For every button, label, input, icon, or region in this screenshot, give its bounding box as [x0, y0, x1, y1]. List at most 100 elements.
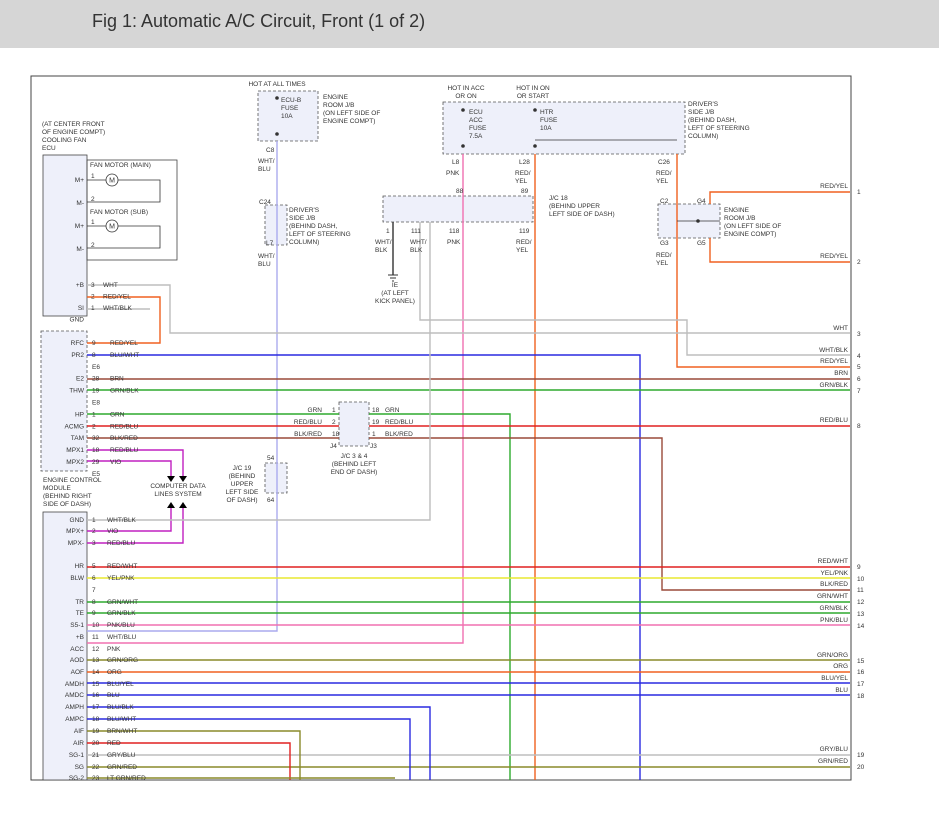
- data-line-arrow-up: [167, 502, 175, 508]
- ecm-pin-number: 28: [92, 376, 100, 383]
- jc18-bottom-pin: 111: [411, 228, 421, 235]
- data-line-arrow-down: [179, 476, 187, 482]
- right-wire-number: 12: [857, 599, 865, 606]
- ecu-acc-fuse-dot: [461, 108, 465, 112]
- ecm-bottom-pin-wire: WHT/BLK: [107, 517, 137, 524]
- ecm-pin-wire: GRN/BLK: [110, 388, 139, 395]
- ecm-pin-name: E2: [76, 376, 84, 383]
- right-wire-number: 6: [857, 376, 861, 383]
- ecm-bottom-pin-wire: BLU/BLK: [107, 704, 134, 711]
- ecm-bottom-pin-wire: ORG: [107, 669, 122, 676]
- ecm-bottom-pin-name: TE: [76, 610, 85, 617]
- ecm-bottom-pin-wire: GRN/ORG: [107, 657, 138, 664]
- ecm-pin-number: 8: [92, 352, 96, 359]
- jc34-label: J/C 3 & 4: [341, 453, 368, 460]
- right-wire-number: 20: [857, 764, 865, 771]
- ecm-pin-number: 32: [92, 435, 100, 442]
- ecm-bottom-pin-number: 14: [92, 669, 100, 676]
- right-wire-label: GRY/BLU: [820, 746, 849, 753]
- ground-ie-label: (AT LEFT: [381, 290, 409, 297]
- fan-pin-number: 2: [91, 242, 95, 249]
- ecm-bottom-pin-wire: VIO: [107, 528, 118, 535]
- jc34-left-wire: RED/BLU: [294, 419, 322, 426]
- ecm-pin-wire: RED/BLU: [110, 447, 138, 454]
- drivers-side-jb-label: (BEHIND DASH,: [688, 117, 737, 124]
- ecm-bottom-pin-name: MPX-: [68, 540, 84, 547]
- jc34-left-wire: GRN: [308, 407, 323, 414]
- jc19-label: LEFT SIDE: [226, 489, 259, 496]
- ecm-pin-number: 18: [92, 447, 100, 454]
- ecm-bottom-pin-number: 13: [92, 657, 100, 664]
- drivers-side-jb-label: LEFT OF STEERING: [688, 125, 750, 132]
- ecm-bottom-pin-number: 22: [92, 764, 100, 771]
- right-wire-number: 5: [857, 364, 861, 371]
- cooling-fan-pin-number: 2: [91, 294, 95, 301]
- ecm-bottom-pin-name: MPX+: [66, 528, 84, 535]
- l8-label: L8: [452, 159, 460, 166]
- engine-room-jb-label: (ON LEFT SIDE OF: [323, 110, 380, 117]
- right-wire-number: 13: [857, 611, 865, 618]
- right-wire-number: 16: [857, 669, 865, 676]
- jc24-wire-label: WHT/: [258, 253, 275, 260]
- ecm-bottom-pin-name: AMPH: [65, 704, 84, 711]
- right-wire-label: BRN: [834, 370, 848, 377]
- ecm-pin-name: HP: [75, 411, 84, 418]
- ecm-bottom-pin-name: BLW: [70, 575, 84, 582]
- ecm-bottom-pin-name: TR: [75, 599, 84, 606]
- right-wire-label: ORG: [833, 663, 848, 670]
- ecub-fuse-label: FUSE: [281, 105, 299, 112]
- ecm-bottom-pin-number: 17: [92, 704, 100, 711]
- fan-pin-name: M-: [76, 200, 84, 207]
- fan-motor-main-label: FAN MOTOR (MAIN): [90, 162, 151, 169]
- ecm-pin-wire: BLU/WHT: [110, 352, 139, 359]
- ecm-bottom-pin-wire: LT GRN/RED: [107, 775, 146, 782]
- ecm-pin-number: E6: [92, 364, 100, 371]
- jc18-bottom-pin: 119: [519, 228, 530, 235]
- ecm-bottom-pin-wire: GRN/RED: [107, 764, 137, 771]
- jc18-wire-label: BLK: [375, 247, 388, 254]
- cooling-fan-pin-wire: RED/YEL: [103, 294, 131, 301]
- right-wire-number: 3: [857, 331, 861, 338]
- ecu-acc-fuse-label: ACC: [469, 117, 483, 124]
- ecm-bottom-pin-wire: PNK/BLU: [107, 622, 135, 629]
- cooling-fan-pin-number: 3: [91, 282, 95, 289]
- right-wire-label: GRN/RED: [818, 758, 848, 765]
- jc18-wire-label: WHT/: [410, 239, 427, 246]
- ecm-pin-wire: VIO: [110, 459, 121, 466]
- jc19-box: [264, 462, 288, 494]
- ecu-acc-fuse-label: FUSE: [469, 125, 487, 132]
- ecm-label: ENGINE CONTROL: [43, 477, 102, 484]
- ecm-bottom-pin-wire: WHT/BLU: [107, 634, 137, 641]
- jb2-wire-label: YEL: [656, 260, 669, 267]
- cooling-fan-ecu-label: (AT CENTER FRONT: [42, 121, 105, 128]
- ecm-bottom-pin-number: 7: [92, 587, 96, 594]
- jc34-label: (BEHIND LEFT: [332, 461, 376, 468]
- ecm-bottom-pin-name: AMDH: [65, 681, 84, 688]
- wire-wht-blu-label: WHT/: [258, 158, 275, 165]
- fan-motor-sub-lead-2: [87, 225, 161, 249]
- ecm-pin-number: 9: [92, 340, 96, 347]
- ecm-pin-name: RFC: [71, 340, 85, 347]
- jc19-pin-bottom: 64: [267, 497, 275, 504]
- ecm-bottom-pin-number: 2: [92, 528, 96, 535]
- right-wire-number: 18: [857, 693, 865, 700]
- ecm-bottom-pin-wire: GRY/BLU: [107, 752, 136, 759]
- right-wire-number: 14: [857, 623, 865, 630]
- jc18-pin-89: 89: [521, 188, 529, 195]
- ecm-bottom-pin-number: 1: [92, 517, 96, 524]
- right-wire-label: PNK/BLU: [820, 617, 848, 624]
- right-wire-label: BLU/YEL: [821, 675, 848, 682]
- fan-pin-name: M-: [76, 246, 84, 253]
- fan-pin-number: 2: [91, 196, 95, 203]
- ecub-fuse-label: 10A: [281, 113, 293, 120]
- ecm-bottom-pin-number: 6: [92, 575, 96, 582]
- jc34-left-pin: 2: [332, 419, 336, 426]
- htr-fuse-dot: [533, 144, 537, 148]
- ecm-pin-wire: GRN: [110, 411, 125, 418]
- drivers-side-jb-label: DRIVER'S: [688, 101, 719, 108]
- ecm-pin-wire: BLK/RED: [110, 435, 138, 442]
- jc34-left-pin: 1: [332, 407, 336, 414]
- ecm-bottom-pin-wire: YEL/PNK: [107, 575, 135, 582]
- ecm-bottom-pin-name: AMDC: [65, 692, 84, 699]
- right-wire-number: 2: [857, 259, 861, 266]
